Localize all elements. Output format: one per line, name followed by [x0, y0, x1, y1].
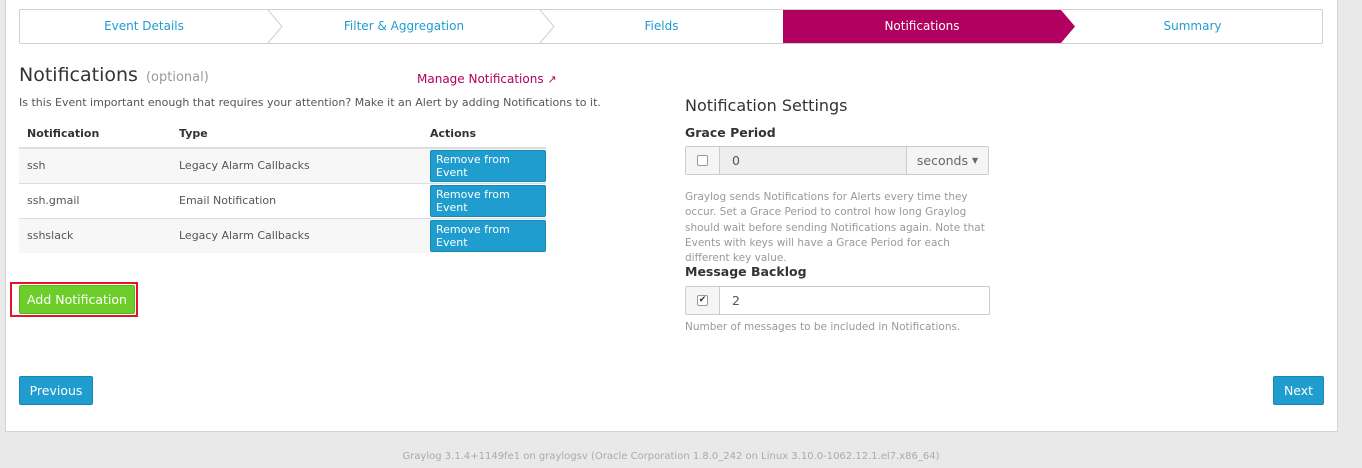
- next-button[interactable]: Next: [1273, 376, 1324, 405]
- remove-from-event-button[interactable]: Remove from Event: [430, 184, 546, 217]
- message-backlog-group: ✔ 2: [685, 286, 990, 315]
- grace-period-checkbox[interactable]: [697, 155, 708, 166]
- remove-from-event-button[interactable]: Remove from Event: [430, 149, 546, 182]
- grace-period-input[interactable]: 0: [720, 147, 906, 174]
- notification-name: ssh.gmail: [19, 182, 171, 218]
- message-backlog-label: Message Backlog: [685, 264, 807, 279]
- grace-period-label: Grace Period: [685, 125, 776, 140]
- caret-down-icon: ▼: [971, 156, 979, 165]
- column-header-actions: Actions: [422, 120, 546, 149]
- grace-period-help: Graylog sends Notifications for Alerts e…: [685, 191, 985, 265]
- notification-name: sshslack: [19, 217, 171, 253]
- previous-button[interactable]: Previous: [19, 376, 93, 405]
- wizard-steps: Event Details Filter & Aggregation Field…: [19, 9, 1323, 44]
- notification-type: Email Notification: [171, 182, 422, 218]
- footer-version: Graylog 3.1.4+1149fe1 on graylogsv (Orac…: [402, 451, 940, 462]
- table-row: ssh.gmail Email Notification Remove from…: [19, 182, 546, 218]
- notifications-help: Is this Event important enough that requ…: [19, 96, 601, 109]
- column-header-type: Type: [171, 120, 422, 149]
- optional-label: (optional): [145, 70, 209, 85]
- notification-name: ssh: [19, 147, 171, 183]
- table-row: sshslack Legacy Alarm Callbacks Remove f…: [19, 217, 546, 253]
- column-header-notification: Notification: [19, 120, 171, 149]
- notifications-heading: Notifications (optional): [19, 64, 209, 86]
- message-backlog-help: Number of messages to be included in Not…: [685, 321, 961, 333]
- add-notification-button[interactable]: Add Notification: [19, 285, 135, 314]
- table-header-row: Notification Type Actions: [19, 120, 546, 149]
- grace-period-unit-select[interactable]: seconds ▼: [906, 147, 988, 174]
- notification-settings-heading: Notification Settings: [685, 96, 848, 115]
- remove-from-event-button[interactable]: Remove from Event: [430, 219, 546, 252]
- notification-type: Legacy Alarm Callbacks: [171, 147, 422, 183]
- manage-notifications-link[interactable]: Manage Notifications ↗: [417, 72, 557, 86]
- message-backlog-input[interactable]: 2: [720, 287, 989, 314]
- grace-period-group: 0 seconds ▼: [685, 146, 989, 175]
- step-separators: [267, 10, 1075, 43]
- table-row: ssh Legacy Alarm Callbacks Remove from E…: [19, 147, 546, 183]
- external-link-icon: ↗: [547, 73, 557, 86]
- message-backlog-checkbox[interactable]: ✔: [697, 295, 708, 306]
- notifications-table: Notification Type Actions ssh Legacy Ala…: [19, 120, 546, 253]
- notification-type: Legacy Alarm Callbacks: [171, 217, 422, 253]
